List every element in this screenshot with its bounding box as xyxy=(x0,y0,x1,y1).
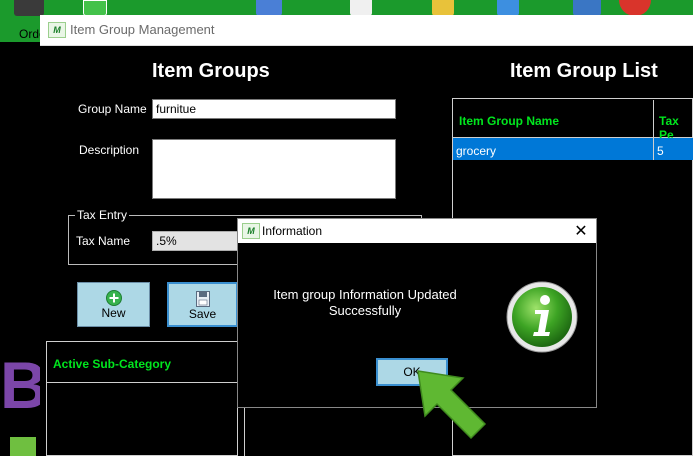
save-button-label: Save xyxy=(188,307,217,321)
document-icon[interactable] xyxy=(350,0,372,16)
key-icon[interactable] xyxy=(432,0,454,16)
item-groups-heading: Item Groups xyxy=(152,60,270,82)
grid-column-separator xyxy=(653,100,654,137)
new-button[interactable]: New xyxy=(77,282,150,327)
save-button[interactable]: Save xyxy=(167,282,238,327)
grid-header-item-group-name[interactable]: Item Group Name xyxy=(459,114,559,128)
dialog-message-line2: Successfully xyxy=(328,303,402,318)
group-name-label: Group Name xyxy=(78,102,147,116)
description-label: Description xyxy=(79,143,140,157)
dialog-close-icon[interactable]: ✕ xyxy=(572,221,590,241)
grid-cell-tax[interactable]: 5 xyxy=(657,144,664,158)
dialog-message-line1: Item group Information Updated xyxy=(273,287,457,302)
new-button-label: New xyxy=(101,306,126,320)
tax-entry-legend: Tax Entry xyxy=(75,208,130,222)
grid-cell-group-name[interactable]: grocery xyxy=(456,144,496,158)
close-circle-icon[interactable] xyxy=(619,0,651,16)
window-title: Item Group Management xyxy=(70,22,215,37)
grid-row-separator xyxy=(653,138,654,160)
save-icon[interactable] xyxy=(14,0,44,16)
active-subcategory-header: Active Sub-Category xyxy=(53,357,172,371)
add-circle-icon xyxy=(105,290,122,306)
dialog-message: Item group Information Updated Successfu… xyxy=(255,287,475,319)
group-name-input[interactable]: furnitue xyxy=(152,99,396,119)
dialog-title: Information xyxy=(262,224,323,238)
chart-icon[interactable] xyxy=(256,0,282,16)
item-group-list-heading: Item Group List xyxy=(510,60,658,82)
tax-name-select[interactable]: .5% xyxy=(152,231,240,251)
dialog-app-icon: M xyxy=(242,223,260,239)
info-icon xyxy=(506,281,578,353)
description-input[interactable] xyxy=(152,139,396,199)
calculator-icon[interactable] xyxy=(573,0,601,16)
tax-name-label: Tax Name xyxy=(76,234,131,248)
app-logo-icon: M xyxy=(48,22,66,38)
arrow-pointer-icon xyxy=(417,370,487,440)
brand-logo-bar xyxy=(10,437,36,456)
add-icon[interactable] xyxy=(83,0,107,16)
refresh-icon[interactable] xyxy=(497,0,519,16)
floppy-disk-icon xyxy=(195,291,210,307)
